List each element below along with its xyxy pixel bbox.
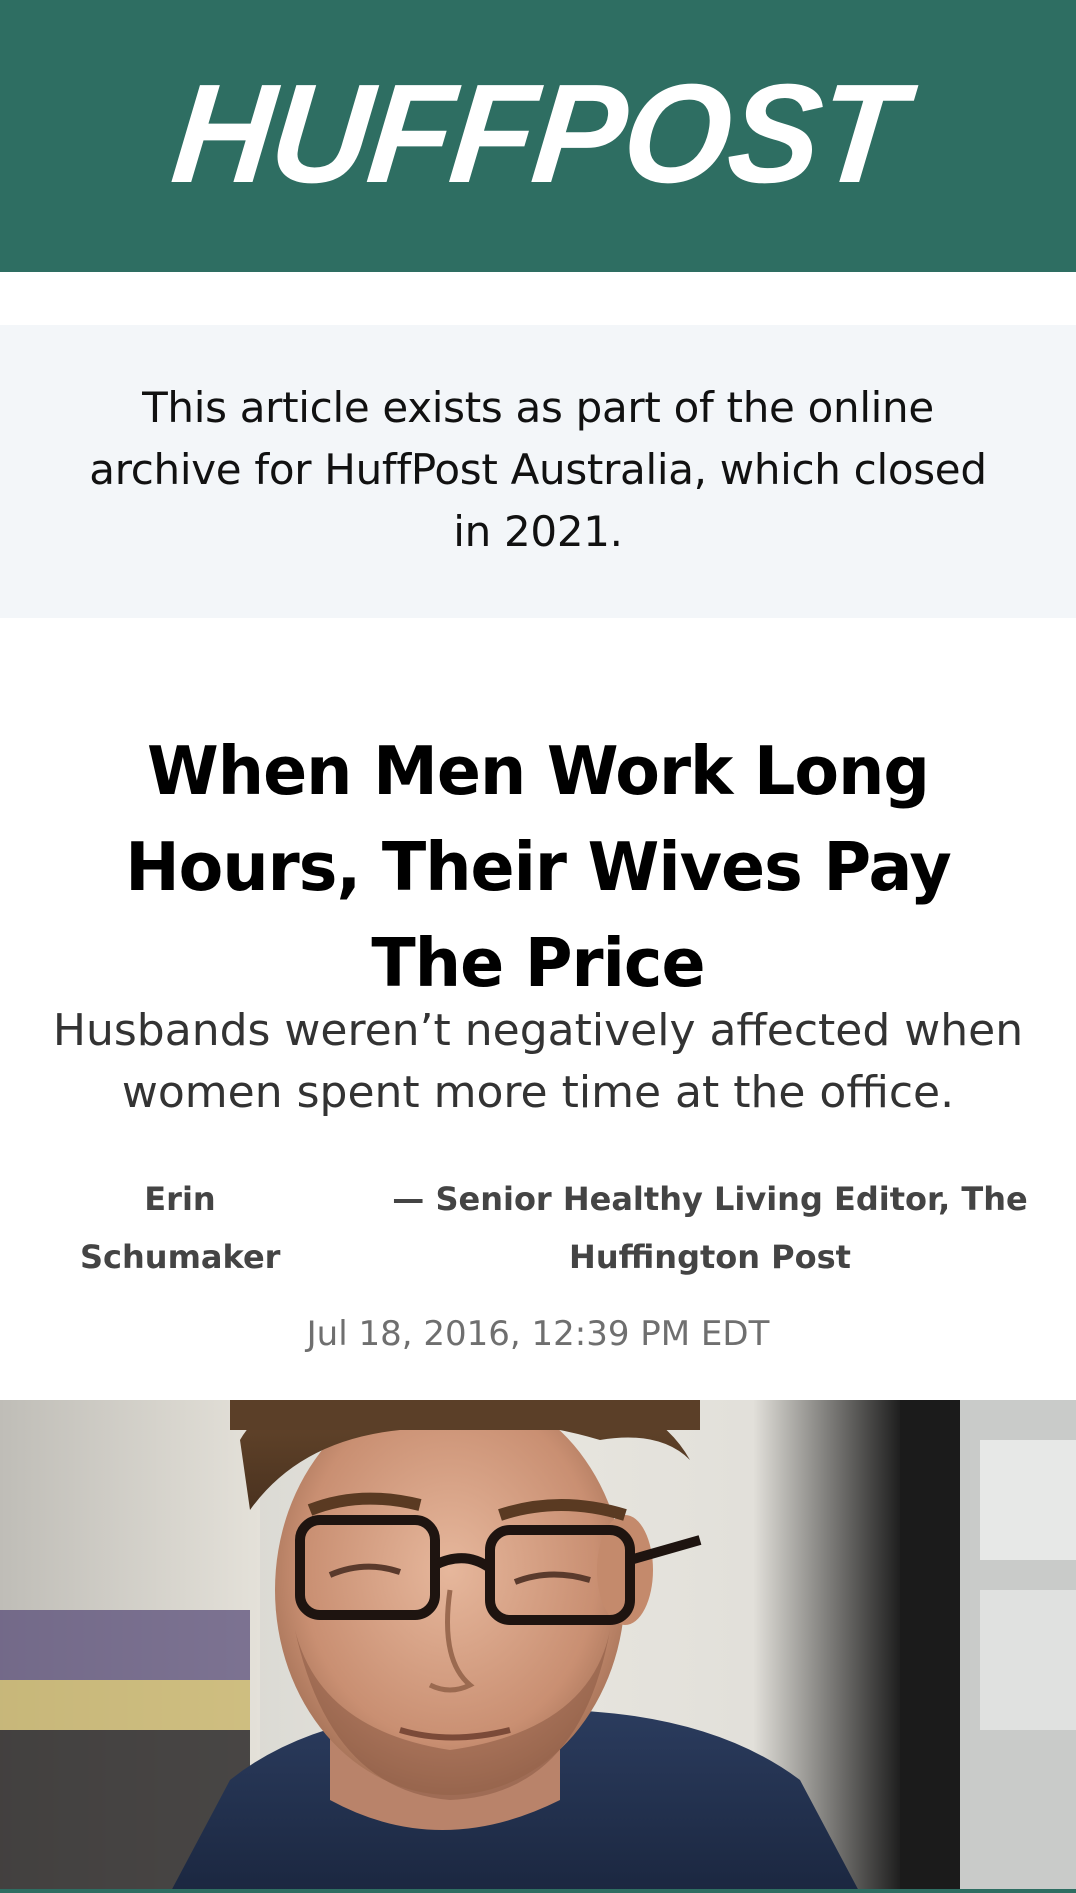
article-byline: Erin Schumaker — Senior Healthy Living E… — [60, 1170, 1028, 1290]
archive-notice-banner: This article exists as part of the onlin… — [0, 325, 1076, 618]
hero-image — [0, 1400, 1076, 1893]
huffpost-logo[interactable]: HUFFPOST — [166, 55, 910, 212]
author-name-link[interactable]: Erin Schumaker — [80, 1170, 280, 1286]
author-role: — Senior Healthy Living Editor, The Huff… — [392, 1180, 1028, 1276]
bottom-accent-bar — [0, 1889, 1076, 1893]
photo-man-with-glasses-icon — [0, 1400, 1076, 1893]
archive-notice-text: This article exists as part of the onlin… — [89, 383, 987, 556]
article-headline: When Men Work Long Hours, Their Wives Pa… — [125, 731, 951, 1002]
site-header: HUFFPOST — [0, 0, 1076, 272]
article-timestamp: Jul 18, 2016, 12:39 PM EDT — [306, 1314, 770, 1354]
article-subheadline: Husbands weren’t negatively affected whe… — [52, 1005, 1024, 1118]
